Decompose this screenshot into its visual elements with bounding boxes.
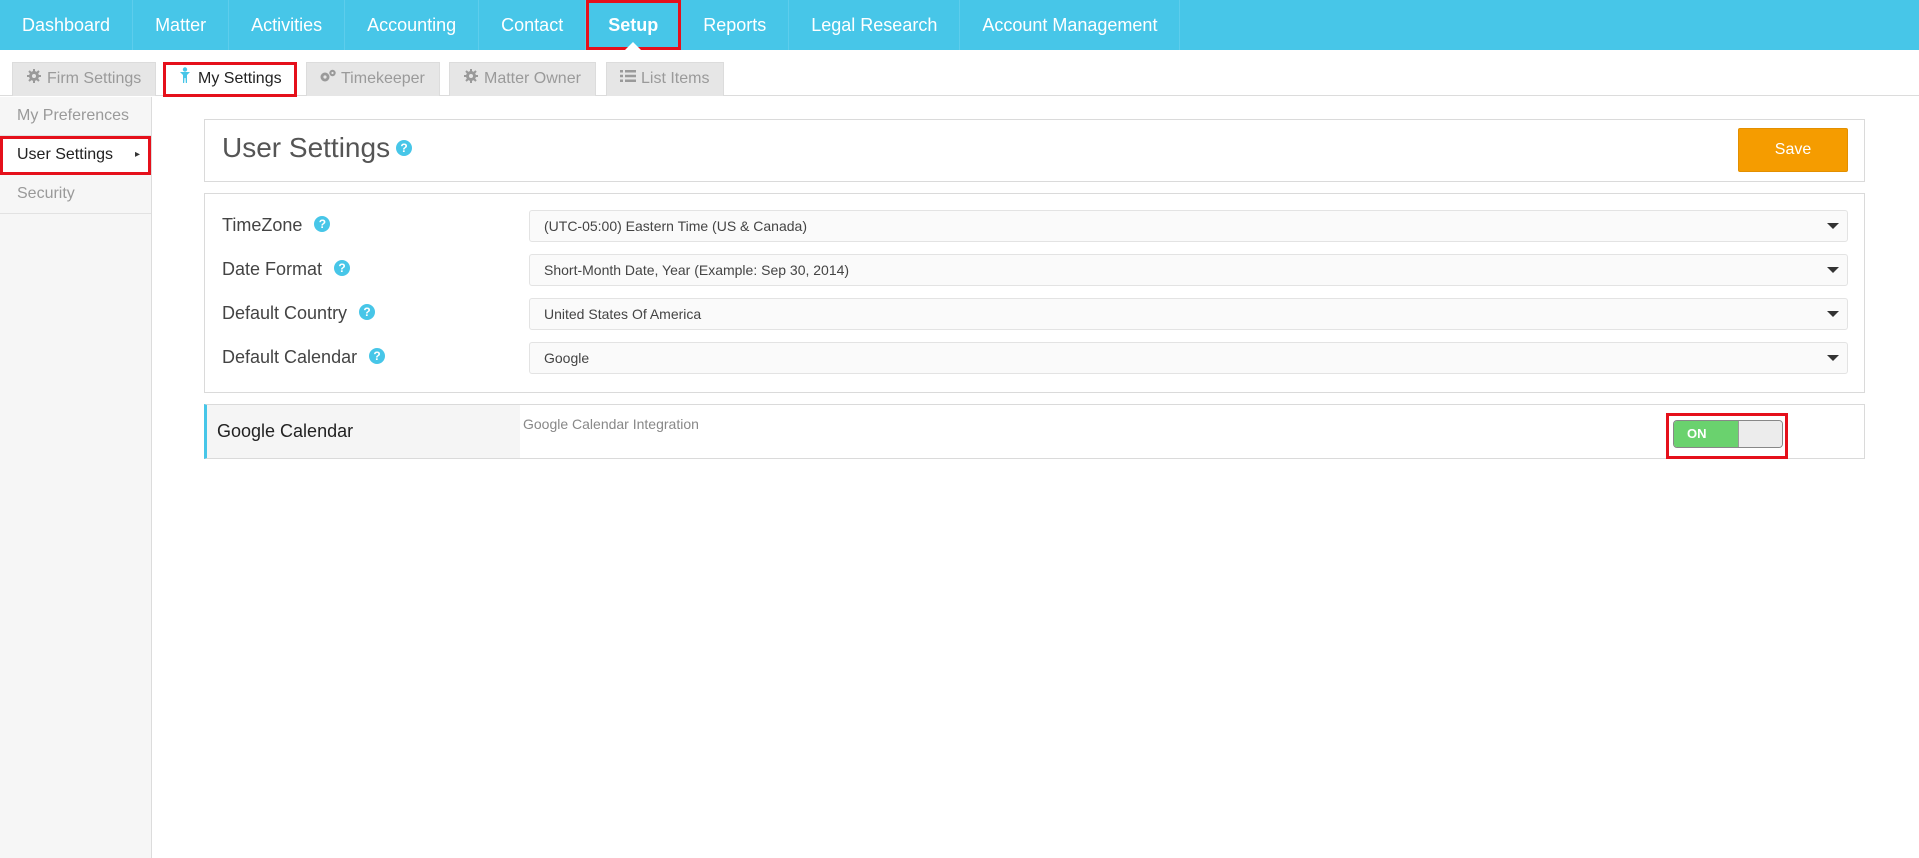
tab-timekeeper-label: Timekeeper bbox=[341, 70, 425, 87]
timezone-row: TimeZone? (UTC-05:00) Eastern Time (US &… bbox=[205, 210, 1864, 242]
tab-my-settings-label: My Settings bbox=[198, 70, 282, 87]
default-calendar-row: Default Calendar? Google bbox=[205, 342, 1864, 374]
gears-icon bbox=[319, 63, 337, 95]
caret-down-icon bbox=[1827, 223, 1839, 229]
date-format-select[interactable]: Short-Month Date, Year (Example: Sep 30,… bbox=[529, 254, 1848, 286]
sidebar-item-security[interactable]: Security bbox=[0, 175, 151, 214]
google-calendar-row: Google Calendar Google Calendar Integrat… bbox=[204, 404, 1865, 459]
tab-matter-owner[interactable]: Matter Owner bbox=[449, 62, 596, 96]
nav-setup[interactable]: Setup bbox=[586, 0, 682, 50]
caret-down-icon bbox=[1827, 355, 1839, 361]
sidebar-item-my-preferences[interactable]: My Preferences bbox=[0, 97, 151, 136]
caret-down-icon bbox=[1827, 267, 1839, 273]
caret-down-icon bbox=[1827, 311, 1839, 317]
google-calendar-description: Google Calendar Integration bbox=[523, 416, 699, 432]
default-country-label-text: Default Country bbox=[222, 303, 348, 323]
nav-contact[interactable]: Contact bbox=[479, 0, 587, 50]
settings-sidebar: My Preferences User Settings ▸ Security bbox=[0, 97, 152, 858]
nav-accounting[interactable]: Accounting bbox=[345, 0, 480, 50]
date-format-value: Short-Month Date, Year (Example: Sep 30,… bbox=[544, 262, 850, 278]
sidebar-item-user-settings[interactable]: User Settings ▸ bbox=[0, 136, 151, 175]
default-country-label: Default Country? bbox=[222, 303, 376, 324]
timezone-label-text: TimeZone bbox=[222, 215, 303, 235]
list-icon bbox=[619, 63, 637, 95]
date-format-row: Date Format? Short-Month Date, Year (Exa… bbox=[205, 254, 1864, 286]
tab-my-settings[interactable]: My Settings bbox=[163, 62, 297, 97]
timezone-select[interactable]: (UTC-05:00) Eastern Time (US & Canada) bbox=[529, 210, 1848, 242]
gear-icon bbox=[25, 63, 43, 95]
nav-account-management[interactable]: Account Management bbox=[960, 0, 1181, 50]
settings-tabs: Firm Settings My Settings Timekeeper Mat… bbox=[0, 50, 1919, 97]
default-country-row: Default Country? United States Of Americ… bbox=[205, 298, 1864, 330]
nav-reports[interactable]: Reports bbox=[681, 0, 790, 50]
page-header: User Settings? Save bbox=[204, 119, 1865, 182]
date-format-label-text: Date Format bbox=[222, 259, 323, 279]
google-calendar-label: Google Calendar bbox=[207, 405, 520, 458]
timezone-label: TimeZone? bbox=[222, 215, 331, 236]
user-settings-form: TimeZone? (UTC-05:00) Eastern Time (US &… bbox=[204, 193, 1865, 393]
caret-right-icon: ▸ bbox=[134, 149, 140, 160]
tab-list-items[interactable]: List Items bbox=[606, 62, 725, 96]
sidebar-item-label: User Settings bbox=[17, 146, 114, 163]
google-calendar-toggle-highlight: ON bbox=[1666, 413, 1788, 459]
default-calendar-label: Default Calendar? bbox=[222, 347, 386, 368]
question-circle-icon[interactable]: ? bbox=[334, 260, 351, 277]
default-calendar-label-text: Default Calendar bbox=[222, 347, 358, 367]
page-title: User Settings? bbox=[222, 132, 413, 164]
tab-list-items-label: List Items bbox=[641, 70, 710, 87]
toggle-on-label: ON bbox=[1674, 421, 1738, 447]
default-country-select[interactable]: United States Of America bbox=[529, 298, 1848, 330]
page-title-text: User Settings bbox=[222, 132, 391, 163]
nav-dashboard[interactable]: Dashboard bbox=[0, 0, 134, 50]
tab-matter-owner-label: Matter Owner bbox=[484, 70, 581, 87]
date-format-label: Date Format? bbox=[222, 259, 351, 280]
question-circle-icon[interactable]: ? bbox=[359, 304, 376, 321]
nav-matter[interactable]: Matter bbox=[133, 0, 230, 50]
save-button[interactable]: Save bbox=[1738, 128, 1848, 172]
question-circle-icon[interactable]: ? bbox=[396, 139, 413, 156]
nav-activities[interactable]: Activities bbox=[229, 0, 346, 50]
question-circle-icon[interactable]: ? bbox=[369, 348, 386, 365]
google-calendar-toggle[interactable]: ON bbox=[1673, 420, 1783, 448]
default-calendar-select[interactable]: Google bbox=[529, 342, 1848, 374]
default-calendar-value: Google bbox=[544, 350, 590, 366]
user-icon bbox=[176, 63, 194, 95]
tab-firm-settings-label: Firm Settings bbox=[47, 70, 142, 87]
top-navigation: Dashboard Matter Activities Accounting C… bbox=[0, 0, 1919, 50]
nav-legal-research[interactable]: Legal Research bbox=[789, 0, 961, 50]
question-circle-icon[interactable]: ? bbox=[314, 216, 331, 233]
default-country-value: United States Of America bbox=[544, 306, 702, 322]
tab-timekeeper[interactable]: Timekeeper bbox=[306, 62, 440, 96]
toggle-knob[interactable] bbox=[1738, 421, 1782, 447]
gear-icon bbox=[462, 63, 480, 95]
tab-firm-settings[interactable]: Firm Settings bbox=[12, 62, 157, 96]
timezone-value: (UTC-05:00) Eastern Time (US & Canada) bbox=[544, 218, 807, 234]
